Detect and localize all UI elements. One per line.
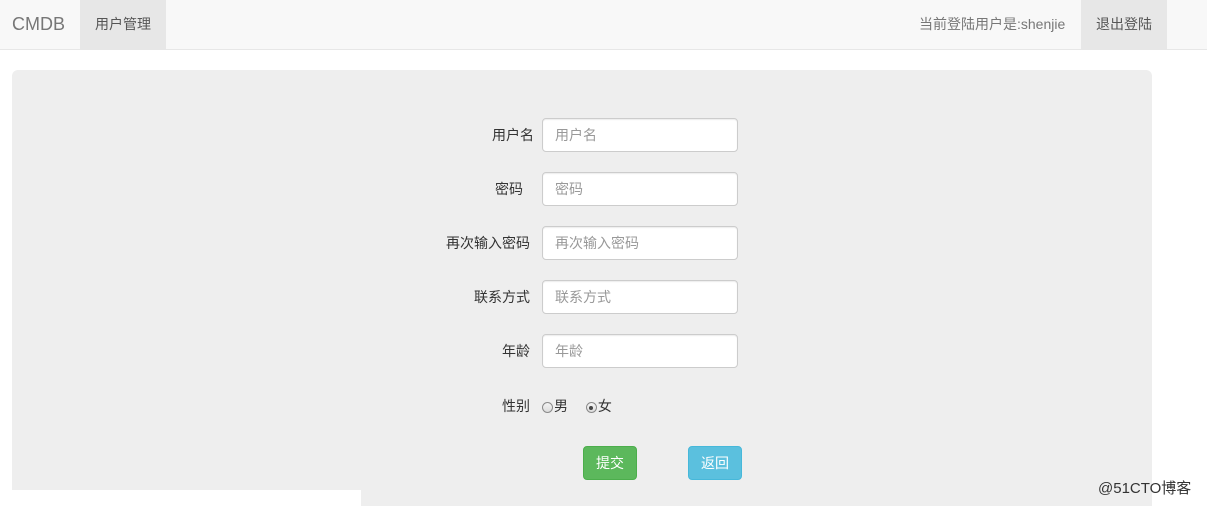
contact-input[interactable] (542, 280, 738, 314)
logout-link[interactable]: 退出登陆 (1081, 0, 1167, 49)
age-row: 年龄 (0, 334, 1207, 368)
gender-male-label: 男 (554, 398, 568, 414)
password-row: 密码 (0, 172, 1207, 206)
username-input[interactable] (542, 118, 738, 152)
gender-row: 性别 男 女 (0, 389, 1207, 423)
confirm-password-row: 再次输入密码 (0, 226, 1207, 260)
navbar: CMDB 用户管理 当前登陆用户是:shenjie 退出登陆 (0, 0, 1207, 50)
radio-female[interactable] (585, 402, 597, 413)
contact-row: 联系方式 (0, 280, 1207, 314)
confirm-password-input[interactable] (542, 226, 738, 260)
nav-item-user-management[interactable]: 用户管理 (80, 0, 166, 49)
gender-female-label: 女 (597, 398, 612, 414)
age-input[interactable] (542, 334, 738, 368)
username-label: 用户名 (492, 127, 534, 143)
username-row: 用户名 (0, 118, 1207, 152)
brand-link[interactable]: CMDB (12, 0, 65, 49)
page-background (12, 490, 361, 506)
radio-male[interactable] (542, 402, 553, 413)
gender-label: 性别 (502, 398, 530, 414)
gender-option-female[interactable]: 女 (585, 389, 612, 423)
age-label: 年龄 (502, 343, 530, 359)
gender-option-male[interactable]: 男 (542, 389, 568, 423)
gender-radio-group: 男 女 (542, 389, 626, 423)
password-label: 密码 (495, 181, 523, 197)
contact-label: 联系方式 (474, 289, 530, 305)
watermark: @51CTO博客 (1098, 480, 1192, 497)
submit-button[interactable]: 提交 (583, 446, 637, 480)
back-button[interactable]: 返回 (688, 446, 742, 480)
confirm-password-label: 再次输入密码 (446, 235, 530, 251)
password-input[interactable] (542, 172, 738, 206)
current-user-text: 当前登陆用户是:shenjie (919, 16, 1066, 32)
